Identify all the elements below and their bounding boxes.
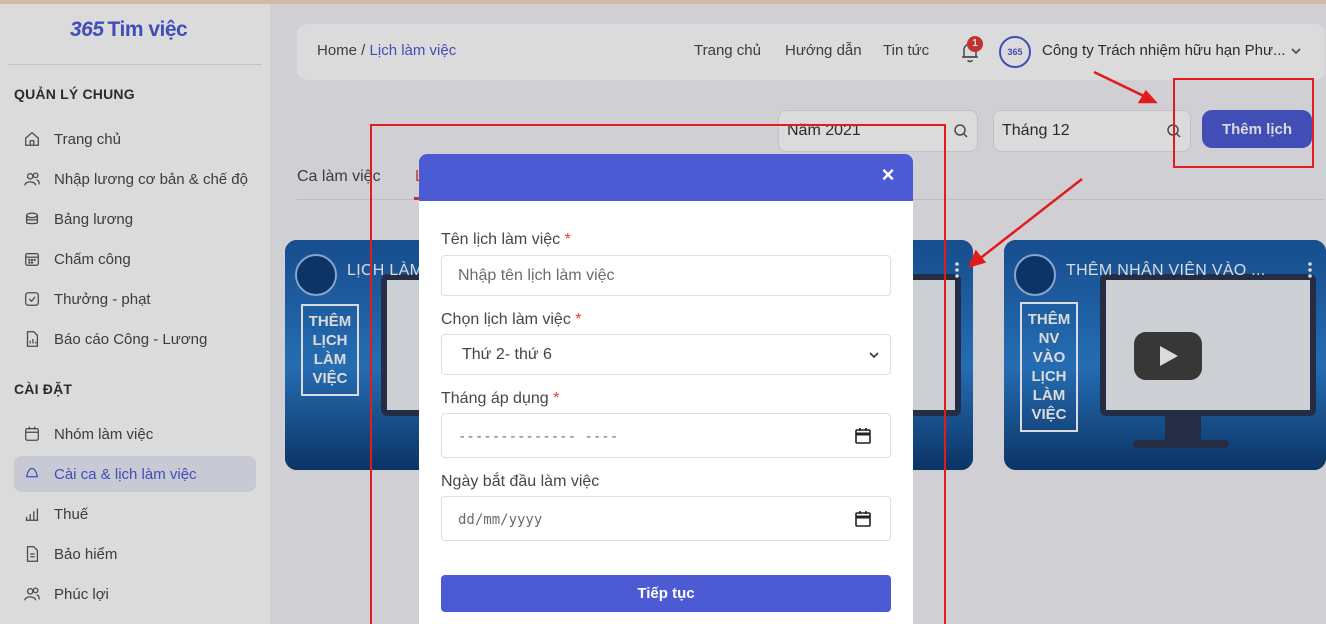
annotation-box-modal [370,124,946,624]
annotation-box-add-button [1173,78,1314,168]
